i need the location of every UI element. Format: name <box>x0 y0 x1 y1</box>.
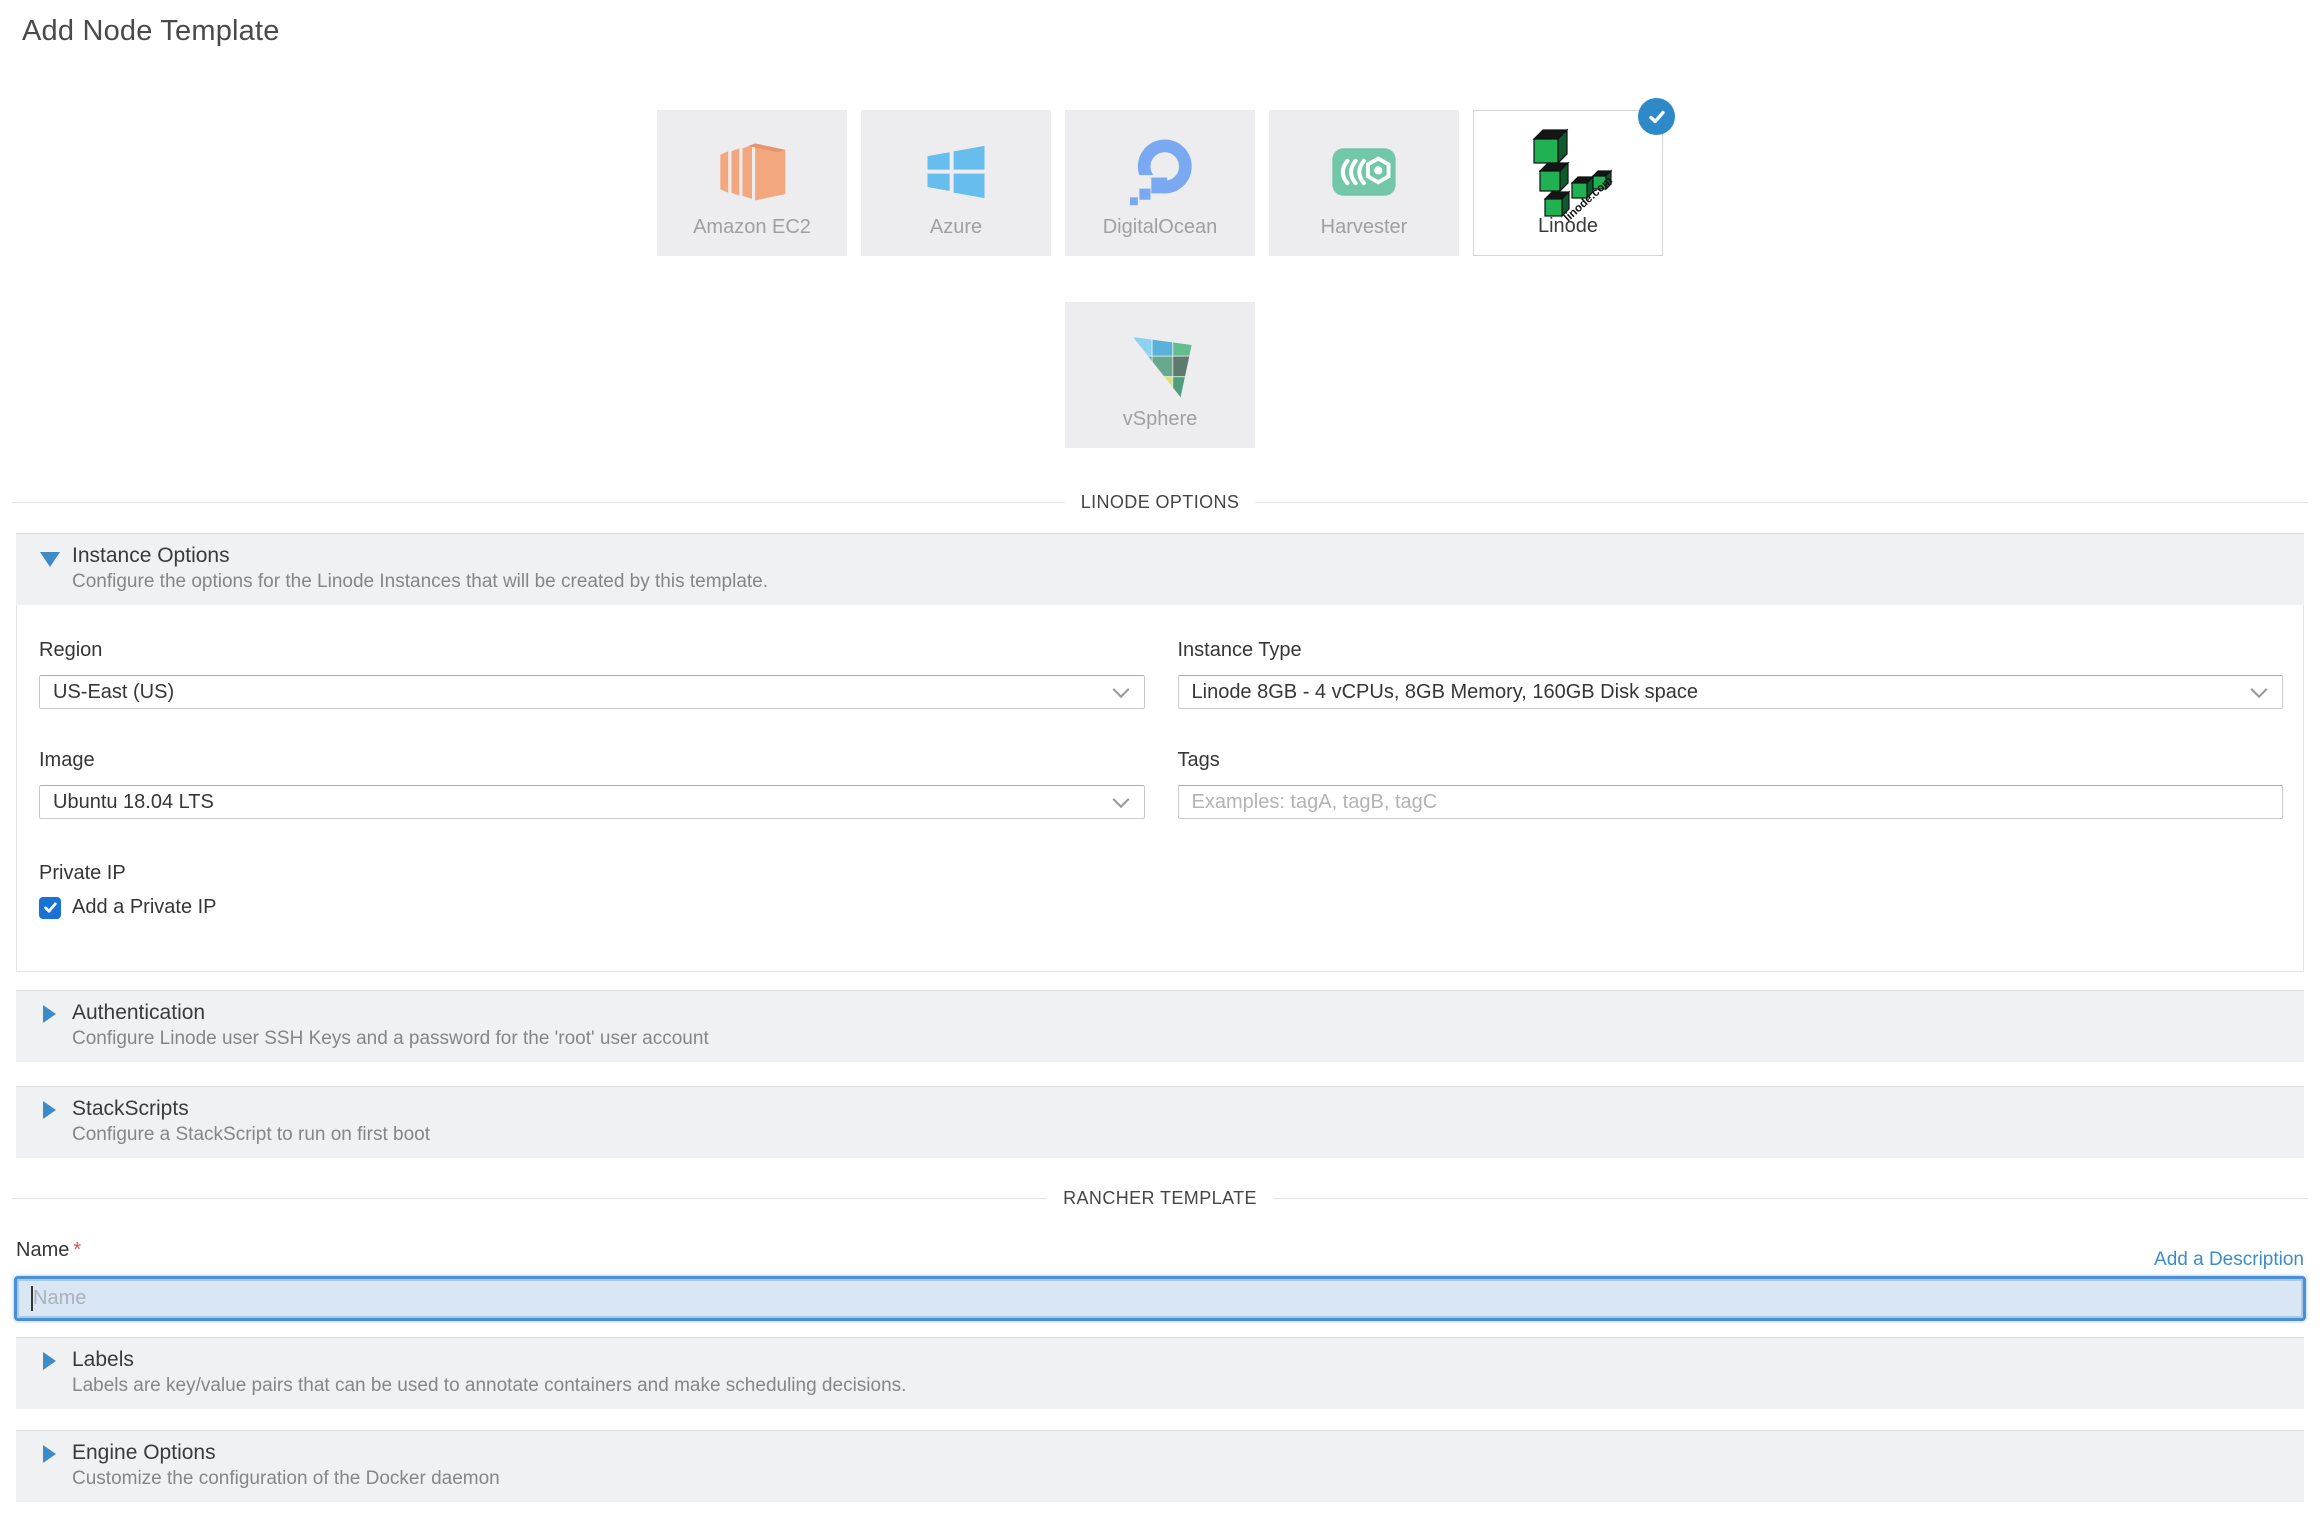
add-description-link[interactable]: Add a Description <box>2154 1249 2304 1271</box>
provider-cards-row-2: vSphere <box>0 302 2320 448</box>
provider-card-vsphere[interactable]: vSphere <box>1065 302 1255 448</box>
provider-card-label: Amazon EC2 <box>693 216 811 239</box>
add-node-template-page: Add Node Template Amazon EC2 <box>0 0 2320 1526</box>
image-value: Ubuntu 18.04 LTS <box>53 791 214 814</box>
provider-card-label: DigitalOcean <box>1103 216 1218 239</box>
labels-header[interactable]: Labels Labels are key/value pairs that c… <box>16 1338 2304 1409</box>
rancher-template-divider: RANCHER TEMPLATE <box>12 1188 2308 1209</box>
accordion-subtitle: Configure Linode user SSH Keys and a pas… <box>72 1026 2304 1052</box>
region-select[interactable]: US-East (US) <box>39 675 1145 709</box>
accordion-title: Instance Options <box>72 542 2304 569</box>
labels-section: Labels Labels are key/value pairs that c… <box>16 1337 2304 1409</box>
accordion-subtitle: Customize the configuration of the Docke… <box>72 1466 2304 1492</box>
image-label: Image <box>39 749 1145 772</box>
accordion-title: Labels <box>72 1346 2304 1373</box>
accordion-subtitle: Configure the options for the Linode Ins… <box>72 569 2304 595</box>
linode-icon: linode.com <box>1474 127 1662 219</box>
image-select[interactable]: Ubuntu 18.04 LTS <box>39 785 1145 819</box>
region-value: US-East (US) <box>53 681 174 704</box>
provider-card-label: vSphere <box>1123 408 1198 431</box>
instance-type-select[interactable]: Linode 8GB - 4 vCPUs, 8GB Memory, 160GB … <box>1178 675 2284 709</box>
provider-card-azure[interactable]: Azure <box>861 110 1051 256</box>
private-ip-checkbox-label: Add a Private IP <box>72 896 217 919</box>
image-field: Image Ubuntu 18.04 LTS <box>39 749 1145 819</box>
accordion-subtitle: Configure a StackScript to run on first … <box>72 1122 2304 1148</box>
text-caret <box>31 1286 33 1311</box>
instance-options-section: Instance Options Configure the options f… <box>16 533 2304 972</box>
authentication-header[interactable]: Authentication Configure Linode user SSH… <box>16 991 2304 1062</box>
required-asterisk: * <box>73 1239 81 1261</box>
accordion-title: Authentication <box>72 999 2304 1026</box>
tags-input[interactable] <box>1178 785 2284 819</box>
name-input[interactable] <box>14 1276 2306 1321</box>
provider-card-linode[interactable]: linode.com Linode <box>1473 110 1663 256</box>
provider-card-label: Azure <box>930 216 982 239</box>
accordion-title: Engine Options <box>72 1439 2304 1466</box>
azure-icon <box>861 126 1051 218</box>
triangle-right-icon <box>43 1445 56 1463</box>
triangle-right-icon <box>43 1101 56 1119</box>
provider-cards-row-1: Amazon EC2 Azure <box>0 110 2320 256</box>
provider-card-digitalocean[interactable]: DigitalOcean <box>1065 110 1255 256</box>
digitalocean-icon <box>1065 126 1255 218</box>
instance-type-value: Linode 8GB - 4 vCPUs, 8GB Memory, 160GB … <box>1192 681 1699 704</box>
divider-label: RANCHER TEMPLATE <box>1047 1188 1273 1209</box>
tags-label: Tags <box>1178 749 2284 772</box>
provider-card-amazon-ec2[interactable]: Amazon EC2 <box>657 110 847 256</box>
instance-options-body: Region US-East (US) Instance Type Linode… <box>16 605 2304 972</box>
name-label: Name <box>16 1239 69 1261</box>
accordion-title: StackScripts <box>72 1095 2304 1122</box>
stackscripts-header[interactable]: StackScripts Configure a StackScript to … <box>16 1087 2304 1158</box>
authentication-section: Authentication Configure Linode user SSH… <box>16 990 2304 1062</box>
region-field: Region US-East (US) <box>39 639 1145 709</box>
private-ip-field: Private IP Add a Private IP <box>39 862 2283 971</box>
name-row: Name* Add a Description <box>16 1239 2304 1271</box>
divider-label: LINODE OPTIONS <box>1065 492 1256 513</box>
vsphere-icon <box>1065 318 1255 410</box>
accordion-subtitle: Labels are key/value pairs that can be u… <box>72 1373 2304 1399</box>
instance-options-header[interactable]: Instance Options Configure the options f… <box>16 534 2304 605</box>
instance-type-field: Instance Type Linode 8GB - 4 vCPUs, 8GB … <box>1178 639 2284 709</box>
private-ip-checkbox[interactable] <box>39 897 61 919</box>
harvester-icon <box>1269 126 1459 218</box>
provider-card-harvester[interactable]: Harvester <box>1269 110 1459 256</box>
amazon-ec2-icon <box>657 126 847 218</box>
linode-options-divider: LINODE OPTIONS <box>12 492 2308 513</box>
triangle-down-icon <box>40 552 60 567</box>
page-title: Add Node Template <box>0 0 2320 48</box>
engine-options-section: Engine Options Customize the configurati… <box>16 1430 2304 1502</box>
instance-type-label: Instance Type <box>1178 639 2284 662</box>
engine-options-header[interactable]: Engine Options Customize the configurati… <box>16 1431 2304 1502</box>
tags-field: Tags <box>1178 749 2284 819</box>
stackscripts-section: StackScripts Configure a StackScript to … <box>16 1086 2304 1158</box>
provider-card-label: Harvester <box>1321 216 1408 239</box>
triangle-right-icon <box>43 1352 56 1370</box>
checkmark-icon <box>1638 98 1675 135</box>
region-label: Region <box>39 639 1145 662</box>
triangle-right-icon <box>43 1005 56 1023</box>
private-ip-label: Private IP <box>39 862 2283 885</box>
